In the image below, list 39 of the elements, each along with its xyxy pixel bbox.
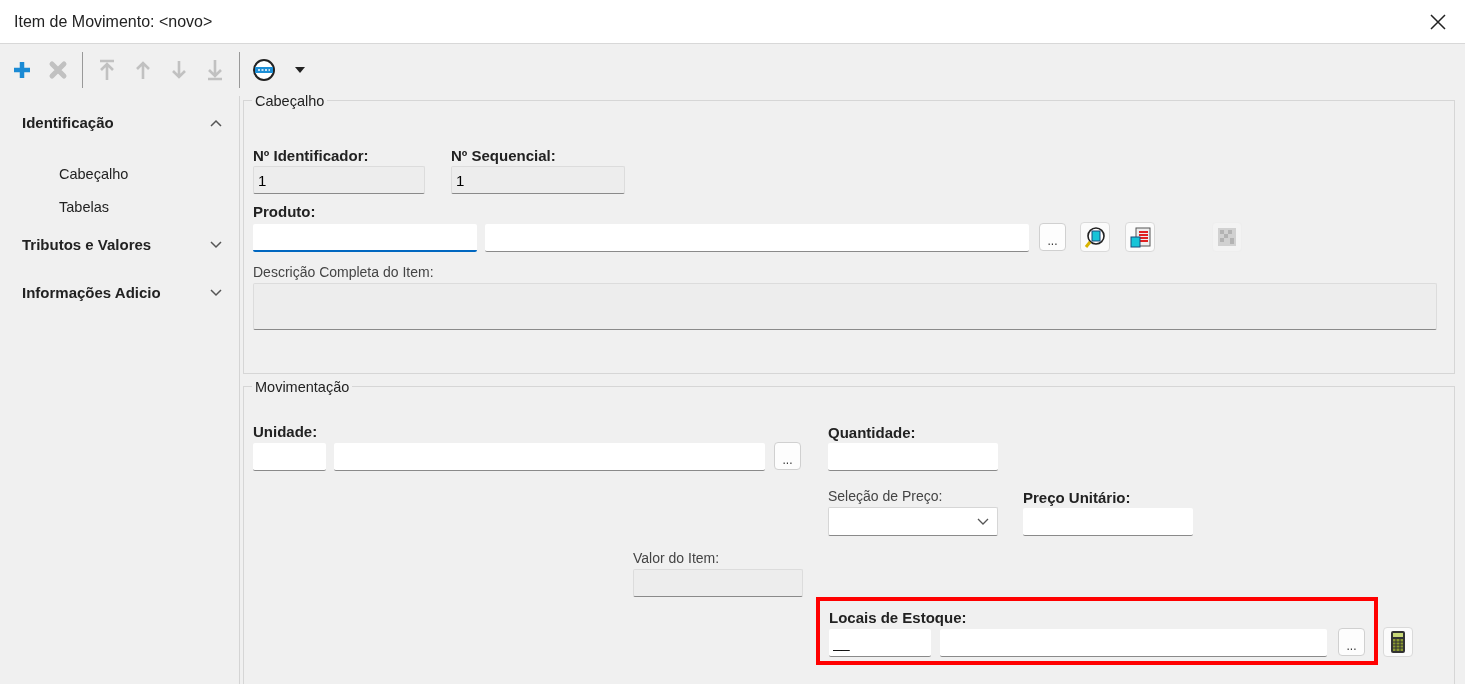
browse-button[interactable]: ... [774,442,801,470]
input-field[interactable] [253,443,326,471]
input-field[interactable]: 1 [253,166,425,194]
field-label: Seleção de Preço: [828,487,944,506]
sidebar-section-header[interactable]: Tributos e Valores [22,232,222,258]
input-field[interactable] [253,224,477,252]
text-area[interactable] [253,283,1437,330]
sidebar-item[interactable]: Tabelas [59,191,109,224]
plus-icon[interactable] [12,60,32,80]
input-field[interactable] [1023,508,1193,536]
field-label: Nº Sequencial: [451,146,557,166]
chevron-down-icon [977,517,989,526]
sidebar-section-header[interactable]: Informações Adicio [22,280,222,306]
browse-button[interactable]: ... [1338,628,1365,656]
window-title: Item de Movimento: <novo> [14,11,213,32]
disc-icon[interactable] [252,58,276,82]
input-field[interactable] [485,224,1029,252]
field-label: Descrição Completa do Item: [253,263,435,282]
field-label: Produto: [253,202,317,222]
dropdown-field[interactable] [828,507,998,536]
document-list-icon[interactable] [1129,226,1151,248]
input-field[interactable] [334,443,765,471]
magnifier-document-icon[interactable] [1084,226,1106,248]
input-field[interactable]: __ [829,629,931,657]
field-label: Locais de Estoque: [829,608,968,628]
input-field[interactable] [828,443,998,471]
field-label: Preço Unitário: [1023,488,1132,508]
input-field[interactable]: 1 [451,166,625,194]
field-label: Quantidade: [828,423,917,443]
field-label: Nº Identificador: [253,146,370,166]
browse-button[interactable]: ... [1039,223,1066,251]
field-label: Unidade: [253,422,319,442]
input-field[interactable] [940,629,1327,657]
field-label: Valor do Item: [633,549,721,568]
calculator-icon[interactable] [1390,630,1406,654]
close-icon[interactable] [1430,13,1446,30]
caret-icon[interactable] [294,66,306,74]
sidebar-item[interactable]: Cabeçalho [59,158,129,191]
sidebar-section-header[interactable]: Identificação [22,110,222,136]
